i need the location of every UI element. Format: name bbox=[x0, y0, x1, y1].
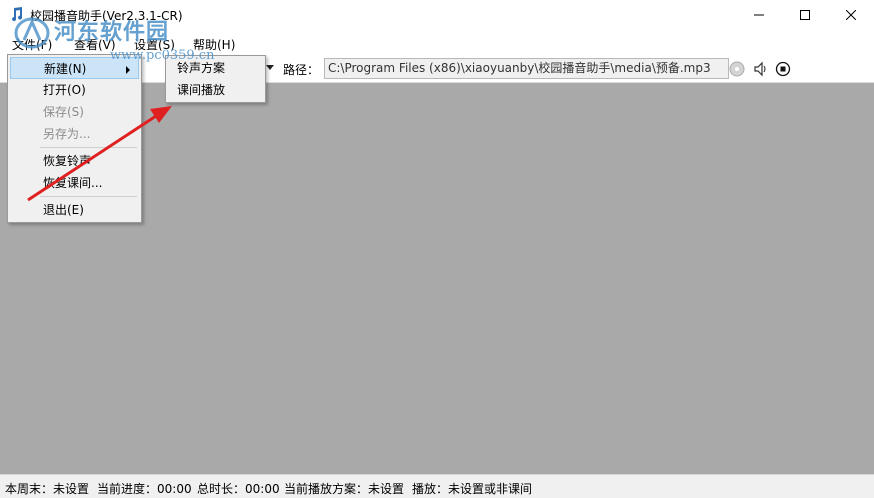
minimize-button[interactable] bbox=[736, 0, 782, 30]
menu-help[interactable]: 帮助(H) bbox=[187, 36, 241, 54]
disc-button[interactable] bbox=[728, 60, 746, 78]
menu-separator bbox=[40, 147, 137, 148]
disc-icon bbox=[729, 61, 745, 77]
menu-separator bbox=[40, 196, 137, 197]
submenu-item-ring-scheme[interactable]: 铃声方案 bbox=[168, 57, 263, 79]
path-label: 路径： bbox=[283, 63, 320, 77]
submenu-item-label: 课间播放 bbox=[177, 83, 226, 97]
dropdown-arrow-icon[interactable] bbox=[266, 65, 274, 70]
menu-item-save[interactable]: 保存(S) bbox=[10, 101, 139, 123]
menu-item-label: 恢复铃声 bbox=[43, 154, 92, 168]
menu-item-label: 保存(S) bbox=[43, 105, 84, 119]
path-input[interactable]: C:\Program Files (x86)\xiaoyuanby\校园播音助手… bbox=[324, 58, 729, 79]
status-duration: 总时长：00:00 bbox=[197, 482, 280, 496]
stop-button[interactable] bbox=[774, 60, 792, 78]
menu-item-exit[interactable]: 退出(E) bbox=[10, 199, 139, 221]
maximize-icon bbox=[800, 10, 810, 20]
menu-item-label: 另存为... bbox=[43, 127, 91, 141]
status-progress: 当前进度：00:00 bbox=[97, 482, 192, 496]
menu-view[interactable]: 查看(V) bbox=[68, 36, 122, 54]
submenu-item-label: 铃声方案 bbox=[177, 61, 226, 75]
close-icon bbox=[846, 10, 856, 20]
menu-item-label: 新建(N) bbox=[44, 62, 87, 76]
stop-icon bbox=[775, 61, 791, 77]
menu-bar: 文件(F) 查看(V) 设置(S) 帮助(H) bbox=[0, 33, 874, 55]
minimize-icon bbox=[754, 14, 764, 16]
menu-item-open[interactable]: 打开(O) bbox=[10, 79, 139, 101]
menu-item-label: 恢复课间... bbox=[43, 176, 103, 190]
status-scheme: 当前播放方案：未设置 bbox=[284, 482, 405, 496]
menu-item-restore-ring[interactable]: 恢复铃声 bbox=[10, 150, 139, 172]
speaker-icon bbox=[754, 61, 766, 77]
menu-file[interactable]: 文件(F) bbox=[6, 36, 58, 54]
submenu-item-break-play[interactable]: 课间播放 bbox=[168, 79, 263, 101]
speaker-button[interactable] bbox=[751, 60, 769, 78]
status-play: 播放：未设置或非课间 bbox=[412, 482, 533, 496]
new-submenu: 铃声方案 课间播放 bbox=[165, 55, 266, 103]
menu-settings[interactable]: 设置(S) bbox=[128, 36, 181, 54]
menu-item-restore-break[interactable]: 恢复课间... bbox=[10, 172, 139, 194]
menu-item-label: 打开(O) bbox=[43, 83, 86, 97]
menu-item-new[interactable]: 新建(N) bbox=[10, 57, 139, 79]
menu-item-label: 退出(E) bbox=[43, 203, 84, 217]
status-bar: 本周末：未设置 当前进度：00:00 总时长：00:00 当前播放方案：未设置 … bbox=[0, 474, 874, 498]
close-button[interactable] bbox=[828, 0, 874, 30]
maximize-button[interactable] bbox=[782, 0, 828, 30]
menu-item-save-as[interactable]: 另存为... bbox=[10, 123, 139, 145]
status-week: 本周末：未设置 bbox=[5, 482, 90, 496]
music-note-icon bbox=[12, 7, 23, 22]
title-bar: 校园播音助手(Ver2.3.1-CR) bbox=[0, 0, 874, 30]
file-menu-dropdown: 新建(N) 打开(O) 保存(S) 另存为... 恢复铃声 恢复课间... 退出… bbox=[7, 54, 142, 223]
submenu-arrow-icon bbox=[126, 66, 130, 74]
window-title: 校园播音助手(Ver2.3.1-CR) bbox=[30, 9, 183, 23]
